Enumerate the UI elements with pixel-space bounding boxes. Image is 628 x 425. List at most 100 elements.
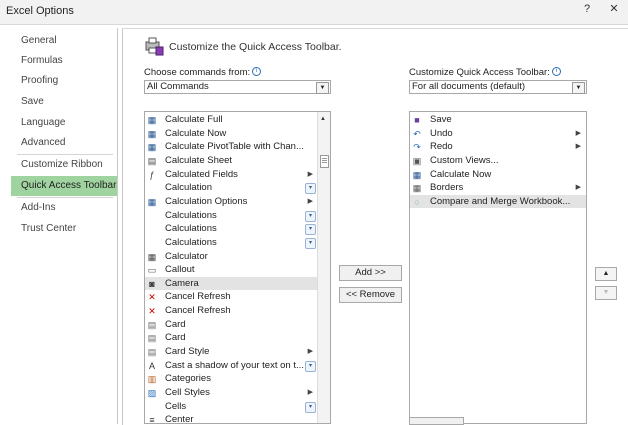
command-list-item[interactable]: ▭ Callout <box>145 263 318 277</box>
sidebar-item-proofing[interactable]: Proofing <box>11 71 117 91</box>
command-list-item-label: Categories <box>165 373 211 385</box>
command-list-item-label: Card <box>165 318 186 330</box>
calc-icon: ▦ <box>147 128 157 139</box>
sidebar-item-language[interactable]: Language <box>11 113 117 133</box>
scroll-thumb[interactable] <box>320 155 329 168</box>
sidebar-item-add-ins[interactable]: Add-Ins <box>11 198 117 218</box>
chevron-down-icon[interactable]: ▼ <box>572 82 585 94</box>
toolbar-list-item-label: Compare and Merge Workbook... <box>430 195 571 207</box>
card-icon: ▤ <box>147 319 157 330</box>
close-button[interactable]: ✕ <box>600 0 628 20</box>
sidebar-item-customize-ribbon[interactable]: Customize Ribbon <box>11 155 117 175</box>
command-list-item[interactable]: ▤ Card <box>145 331 318 345</box>
help-button[interactable]: ? <box>574 0 600 20</box>
customize-toolbar-value: For all documents (default) <box>412 81 525 92</box>
toolbar-list-item[interactable]: ○ Compare and Merge Workbook... <box>410 194 586 209</box>
add-button[interactable]: Add >> <box>339 265 402 281</box>
gallery-dropdown-icon: ▾ <box>305 237 316 249</box>
card-icon: ▤ <box>147 333 157 344</box>
command-list-item[interactable]: Calculations ▾ <box>145 222 318 236</box>
categories-icon: ▥ <box>147 374 157 385</box>
command-list-item[interactable]: ▤ Card <box>145 318 318 332</box>
command-list-item-label: Cell Styles <box>165 387 210 398</box>
command-list-item-label: Calculator <box>165 250 208 262</box>
command-list-item-label: Card <box>165 332 186 344</box>
command-list-item-label: Calculated Fields <box>165 168 238 180</box>
command-list-item[interactable]: ▦ Calculate PivotTable with Chan... <box>145 140 318 154</box>
command-list-item[interactable]: ▤ Card Style ▶ <box>145 345 318 359</box>
sidebar-item-trust-center[interactable]: Trust Center <box>11 219 117 239</box>
commands-list[interactable]: ▦ Calculate Full ▦ Calculate Now ▦ Calculate … <box>144 111 331 424</box>
sidebar-item-advanced[interactable]: Advanced <box>11 133 117 153</box>
page-title: Customize the Quick Access Toolbar. <box>169 41 342 53</box>
submenu-arrow-icon: ▶ <box>307 348 313 356</box>
command-list-item-label: Cast a shadow of your text on t... <box>165 359 304 371</box>
command-list-item[interactable]: ▥ Categories <box>145 372 318 386</box>
move-down-button[interactable]: ▼ <box>595 286 617 300</box>
chevron-down-icon[interactable]: ▼ <box>316 82 329 94</box>
move-up-button[interactable]: ▲ <box>595 267 617 281</box>
toolbar-list-item[interactable]: ▣ Custom Views... <box>410 154 586 168</box>
choose-commands-value: All Commands <box>147 81 209 92</box>
fx-icon: ƒ <box>149 169 155 180</box>
command-list-item[interactable]: ▦ Calculator <box>145 250 318 264</box>
command-list-item[interactable]: A Cast a shadow of your text on t... ▾ <box>145 359 318 373</box>
command-list-item[interactable]: ▤ Calculate Sheet <box>145 154 318 168</box>
command-list-item[interactable]: ✕ Cancel Refresh <box>145 290 318 304</box>
cancel-refresh-icon: ✕ <box>148 292 156 303</box>
command-list-item[interactable]: ✕ Cancel Refresh <box>145 304 318 318</box>
command-list-item[interactable]: ▦ Calculate Now <box>145 127 318 141</box>
customize-toolbar-select[interactable]: For all documents (default) ▼ <box>409 80 587 94</box>
command-list-item[interactable]: Calculations ▾ <box>145 209 318 223</box>
command-list-item-label: Calculations <box>165 209 217 221</box>
info-icon: i <box>252 67 262 76</box>
remove-button[interactable]: << Remove <box>339 287 402 303</box>
toolbar-list-item[interactable]: ↷ Redo ▶ <box>410 140 586 154</box>
command-list-item[interactable]: ▦ Calculation Options ▶ <box>145 195 318 209</box>
customize-toolbar-label-text: Customize Quick Access Toolbar: <box>409 67 550 78</box>
cell-styles-icon: ▨ <box>147 388 157 398</box>
command-list-item-label: Calculate Full <box>165 114 223 125</box>
choose-commands-label: Choose commands from: i <box>144 67 262 78</box>
commands-scrollbar[interactable]: ▲ <box>317 112 330 423</box>
command-list-item-label: Calculations <box>165 223 217 235</box>
command-list-item[interactable]: Calculations ▾ <box>145 236 318 250</box>
sidebar-item-formulas[interactable]: Formulas <box>11 51 117 71</box>
submenu-arrow-icon: ▶ <box>575 184 581 192</box>
command-list-item-label: Calculate Now <box>165 127 227 139</box>
gallery-dropdown-icon: ▾ <box>305 401 316 413</box>
sidebar-item-general[interactable]: General <box>11 31 117 51</box>
sidebar-item-save[interactable]: Save <box>11 92 117 112</box>
toolbar-list-item-label: Save <box>430 114 452 125</box>
command-list-item[interactable]: Calculation ▾ <box>145 181 318 195</box>
command-list-item[interactable]: ◙ Camera <box>145 276 318 291</box>
command-list-item[interactable]: ƒ Calculated Fields ▶ <box>145 168 318 182</box>
save-icon: ■ <box>414 115 420 125</box>
command-list-item-label: Callout <box>165 264 195 276</box>
sidebar-item-quick-access-toolbar[interactable]: Quick Access Toolbar <box>11 176 117 196</box>
command-list-item[interactable]: ▨ Cell Styles ▶ <box>145 386 318 400</box>
toolbar-list-item[interactable]: ▦ Borders ▶ <box>410 181 586 195</box>
command-list-item[interactable]: ≡ Center <box>145 413 318 424</box>
command-list-item[interactable]: Cells ▾ <box>145 400 318 414</box>
toolbar-list-item[interactable]: ↶ Undo ▶ <box>410 127 586 141</box>
toolbar-list-item[interactable]: ■ Save <box>410 113 586 127</box>
choose-commands-select[interactable]: All Commands ▼ <box>144 80 331 94</box>
toolbar-list-item[interactable]: ▦ Calculate Now <box>410 168 586 182</box>
calc-icon: ▦ <box>147 142 157 153</box>
callout-icon: ▭ <box>147 265 157 276</box>
calculator-icon: ▦ <box>147 251 157 262</box>
submenu-arrow-icon: ▶ <box>307 170 313 178</box>
toolbar-items-list[interactable]: ■ Save ↶ Undo ▶ ↷ Redo ▶ ▣ Custom Views... ▦ Calcul… <box>409 111 587 424</box>
center-icon: ≡ <box>149 415 155 424</box>
undo-icon: ↶ <box>413 128 421 139</box>
command-list-item-label: Card Style <box>165 346 210 358</box>
card-icon: ▤ <box>147 347 157 358</box>
command-list-item-label: Calculations <box>165 236 217 248</box>
command-list-item-label: Cancel Refresh <box>165 305 231 317</box>
toolbar-list-item-label: Borders <box>430 182 464 194</box>
sheet-calc-icon: ▤ <box>147 155 157 166</box>
scroll-up-icon[interactable]: ▲ <box>320 116 326 122</box>
submenu-arrow-icon: ▶ <box>575 143 581 151</box>
command-list-item[interactable]: ▦ Calculate Full <box>145 113 318 127</box>
